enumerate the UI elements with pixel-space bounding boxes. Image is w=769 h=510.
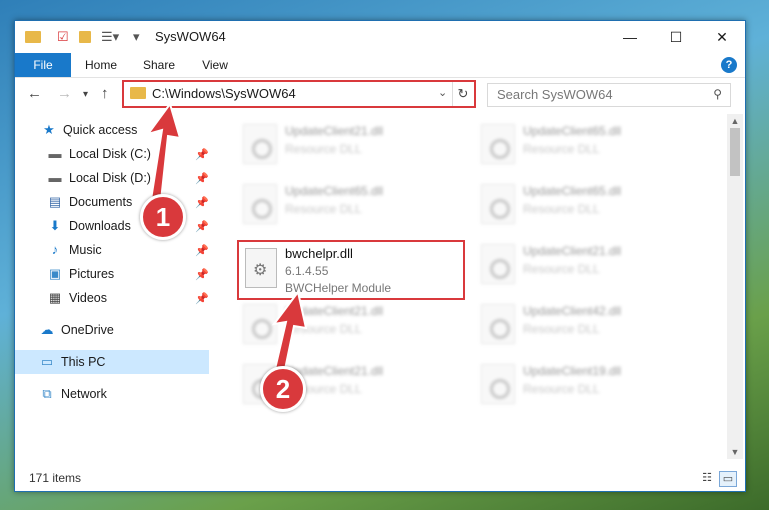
properties-icon[interactable]: ☑ — [57, 29, 69, 45]
window-title: SysWOW64 — [155, 29, 226, 44]
callout-badge-1: 1 — [140, 194, 186, 240]
file-tile[interactable]: UpdateClient21.dll Resource DLL — [237, 298, 467, 354]
pin-icon[interactable]: 📌 — [195, 220, 209, 233]
dll-file-icon — [481, 364, 515, 404]
explorer-window: ☑ ☰▾ ▾ SysWOW64 — ☐ ✕ File Home Share Vi… — [14, 20, 746, 492]
sidebar-item-pictures[interactable]: ▣ Pictures — [47, 262, 114, 286]
cloud-icon: ☁ — [40, 322, 54, 337]
item-count: 171 items — [29, 471, 82, 485]
sidebar-item-onedrive[interactable]: ☁ OneDrive — [39, 318, 114, 342]
file-version: 6.1.4.55 — [285, 264, 329, 278]
address-dropdown-icon[interactable]: ⌄ — [438, 86, 447, 99]
scrollbar-thumb[interactable] — [730, 128, 740, 176]
tab-file[interactable]: File — [15, 53, 71, 77]
pin-icon[interactable]: 📌 — [195, 268, 209, 281]
file-tile[interactable]: UpdateClient65.dll Resource DLL — [475, 118, 705, 174]
qa-dropdown-icon[interactable]: ▾ — [133, 29, 140, 45]
computer-icon: ▭ — [40, 354, 54, 369]
address-row: ← → ▾ ↑ C:\Windows\SysWOW64 ⌄ ↻ Search S… — [15, 78, 745, 110]
back-arrow-icon[interactable]: ← — [27, 85, 42, 102]
scroll-up-icon[interactable]: ▲ — [727, 116, 743, 126]
music-icon: ♪ — [51, 242, 59, 257]
tab-view[interactable]: View — [195, 53, 235, 77]
pin-icon[interactable]: 📌 — [195, 148, 209, 161]
tab-share[interactable]: Share — [135, 53, 183, 77]
navigation-pane: ★ Quick access ▬ Local Disk (C:) 📌 ▬ Local … — [15, 114, 215, 464]
recent-chevron-icon[interactable]: ▾ — [83, 89, 88, 100]
new-folder-icon[interactable] — [79, 31, 91, 43]
sidebar-item-quick-access[interactable]: ★ Quick access — [41, 118, 137, 142]
file-tile[interactable]: UpdateClient21.dll Resource DLL — [237, 118, 467, 174]
sidebar-item-this-pc[interactable]: ▭ This PC — [15, 350, 209, 374]
status-bar: 171 items ☷ ▭ — [15, 467, 745, 491]
file-description: BWCHelper Module — [285, 281, 392, 295]
up-arrow-icon[interactable]: ↑ — [101, 85, 109, 102]
tab-home[interactable]: Home — [79, 53, 123, 77]
folder-icon — [25, 31, 41, 43]
ribbon-tabs: File Home Share View ? — [15, 53, 745, 78]
file-tile[interactable]: UpdateClient65.dll Resource DLL — [475, 178, 705, 234]
dll-file-icon — [481, 184, 515, 224]
address-path[interactable]: C:\Windows\SysWOW64 — [152, 86, 296, 101]
sidebar-item-local-disk-c[interactable]: ▬ Local Disk (C:) — [47, 142, 151, 166]
refresh-icon[interactable]: ↻ — [452, 82, 473, 106]
drive-icon: ▬ — [48, 146, 62, 161]
file-tile[interactable]: UpdateClient19.dll Resource DLL — [475, 358, 705, 414]
file-tile[interactable]: UpdateClient65.dll Resource DLL — [237, 178, 467, 234]
sidebar-item-documents[interactable]: ▤ Documents — [47, 190, 132, 214]
dll-file-icon — [481, 244, 515, 284]
network-icon: ⧉ — [42, 386, 52, 401]
pin-icon[interactable]: 📌 — [195, 244, 209, 257]
star-icon: ★ — [43, 122, 55, 137]
customize-icon[interactable]: ☰▾ — [101, 29, 119, 45]
vertical-scrollbar[interactable]: ▲ ▼ — [727, 114, 743, 459]
search-placeholder: Search SysWOW64 — [497, 87, 613, 102]
forward-arrow-icon[interactable]: → — [57, 85, 72, 102]
search-input[interactable]: Search SysWOW64 ⚲ — [487, 83, 731, 107]
sidebar-item-local-disk-d[interactable]: ▬ Local Disk (D:) — [47, 166, 151, 190]
file-tile-bwchelpr[interactable]: ⚙ bwchelpr.dll 6.1.4.55 BWCHelper Module — [237, 240, 465, 300]
dll-file-icon — [481, 124, 515, 164]
large-icons-view-icon[interactable]: ▭ — [719, 471, 737, 487]
sidebar-item-music[interactable]: ♪ Music — [47, 238, 102, 262]
pin-icon[interactable]: 📌 — [195, 196, 209, 209]
maximize-button[interactable]: ☐ — [653, 21, 699, 53]
pictures-icon: ▣ — [48, 266, 62, 281]
sidebar-item-network[interactable]: ⧉ Network — [39, 382, 107, 406]
sidebar-item-downloads[interactable]: ⬇ Downloads — [47, 214, 131, 238]
title-bar: ☑ ☰▾ ▾ SysWOW64 — ☐ ✕ — [15, 21, 745, 53]
file-tile[interactable]: UpdateClient21.dll Resource DLL — [475, 238, 705, 294]
help-icon[interactable]: ? — [721, 57, 737, 73]
file-list: UpdateClient21.dll Resource DLL UpdateCl… — [229, 114, 727, 459]
dll-file-icon — [243, 304, 277, 344]
videos-icon: ▦ — [48, 290, 62, 305]
pin-icon[interactable]: 📌 — [195, 292, 209, 305]
callout-badge-2: 2 — [260, 366, 306, 412]
dll-file-icon — [243, 124, 277, 164]
address-bar[interactable]: C:\Windows\SysWOW64 ⌄ ↻ — [122, 80, 476, 108]
file-name: bwchelpr.dll — [285, 246, 353, 261]
details-view-icon[interactable]: ☷ — [699, 471, 715, 485]
downloads-icon: ⬇ — [49, 218, 61, 233]
file-tile[interactable]: UpdateClient42.dll Resource DLL — [475, 298, 705, 354]
minimize-button[interactable]: — — [607, 21, 653, 53]
scroll-down-icon[interactable]: ▼ — [727, 447, 743, 457]
close-button[interactable]: ✕ — [699, 21, 745, 53]
gear-icon: ⚙ — [253, 262, 268, 279]
search-icon[interactable]: ⚲ — [713, 87, 722, 101]
drive-icon: ▬ — [48, 170, 62, 185]
address-folder-icon — [130, 87, 146, 99]
dll-file-icon — [243, 184, 277, 224]
pin-icon[interactable]: 📌 — [195, 172, 209, 185]
dll-file-icon — [481, 304, 515, 344]
documents-icon: ▤ — [48, 194, 62, 209]
sidebar-item-videos[interactable]: ▦ Videos — [47, 286, 107, 310]
